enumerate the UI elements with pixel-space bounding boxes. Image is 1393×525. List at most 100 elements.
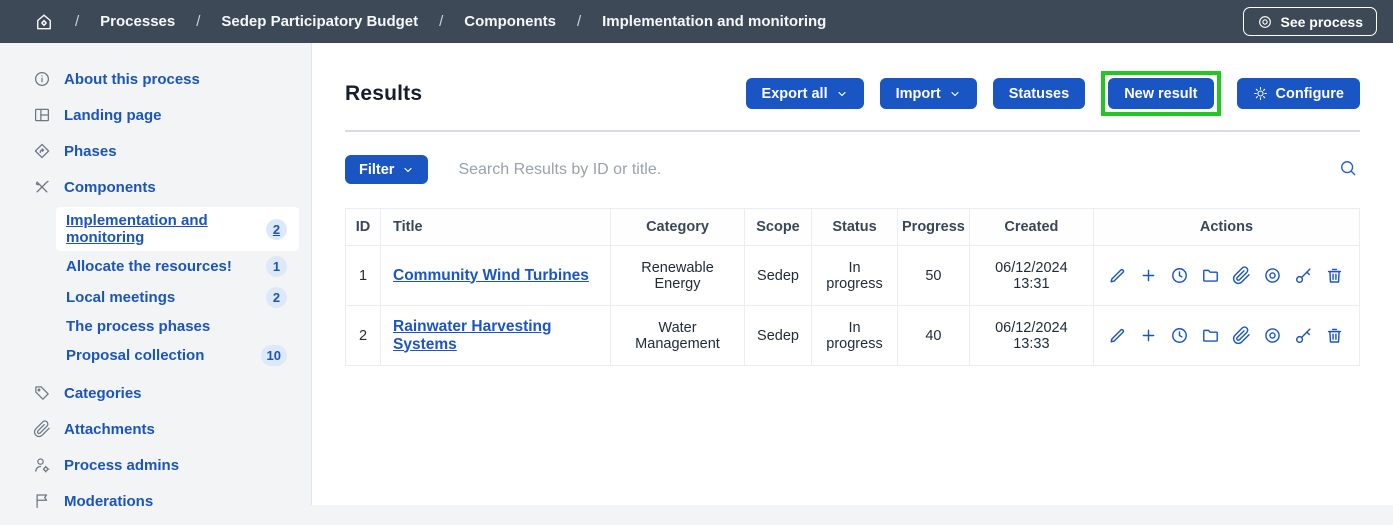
breadcrumb-bar: / Processes / Sedep Participatory Budget… [0, 0, 1393, 43]
component-label: Allocate the resources! [66, 258, 232, 275]
sidebar-item-components[interactable]: Components [0, 169, 311, 205]
configure-label: Configure [1276, 86, 1344, 102]
count-badge: 10 [261, 345, 287, 366]
process-sidebar: About this process Landing page Phases C… [0, 43, 312, 505]
filter-label: Filter [359, 162, 394, 178]
breadcrumb-current-component[interactable]: Implementation and monitoring [602, 13, 826, 30]
configure-button[interactable]: Configure [1237, 78, 1360, 109]
sidebar-item-label: Attachments [64, 421, 155, 438]
filter-button[interactable]: Filter [345, 155, 428, 184]
preview-eye-icon[interactable] [1263, 326, 1282, 345]
result-category: Renewable Energy [611, 246, 745, 306]
sidebar-item-about[interactable]: About this process [0, 61, 311, 97]
sidebar-item-label: Components [64, 179, 156, 196]
sidebar-component-local-meetings[interactable]: Local meetings 2 [56, 282, 299, 313]
edit-icon[interactable] [1108, 326, 1127, 345]
component-label: Local meetings [66, 289, 175, 306]
result-title-link[interactable]: Community Wind Turbines [393, 267, 589, 284]
breadcrumb-separator: / [196, 13, 200, 30]
count-badge: 1 [266, 256, 287, 277]
chevron-down-icon [402, 164, 414, 176]
sidebar-item-label: Categories [64, 385, 142, 402]
result-created: 06/12/2024 13:33 [969, 306, 1093, 366]
target-eye-icon [1257, 14, 1273, 30]
attachments-paperclip-icon[interactable] [1232, 266, 1251, 285]
new-result-button[interactable]: New result [1108, 78, 1213, 109]
search-input[interactable] [458, 161, 1336, 179]
count-badge: 2 [266, 219, 287, 240]
search-icon [1338, 158, 1358, 178]
import-button[interactable]: Import [880, 78, 977, 109]
delete-trash-icon[interactable] [1325, 326, 1344, 345]
see-process-button[interactable]: See process [1243, 7, 1378, 36]
results-table: ID Title Category Scope Status Progress … [345, 208, 1360, 366]
breadcrumb-separator: / [439, 13, 443, 30]
breadcrumb-components[interactable]: Components [464, 13, 556, 30]
gear-icon [1253, 86, 1268, 101]
result-category: Water Management [611, 306, 745, 366]
sidebar-item-label: About this process [64, 71, 200, 88]
export-all-button[interactable]: Export all [746, 78, 864, 109]
layout-icon [33, 106, 51, 124]
folder-icon[interactable] [1201, 326, 1220, 345]
export-all-label: Export all [762, 86, 828, 102]
table-header-row: ID Title Category Scope Status Progress … [346, 209, 1360, 246]
history-clock-icon[interactable] [1170, 266, 1189, 285]
history-clock-icon[interactable] [1170, 326, 1189, 345]
table-row: 2 Rainwater Harvesting Systems Water Man… [346, 306, 1360, 366]
breadcrumb-separator: / [75, 13, 79, 30]
search-button[interactable] [1336, 156, 1360, 183]
attachments-paperclip-icon[interactable] [1232, 326, 1251, 345]
sidebar-item-label: Phases [64, 143, 117, 160]
col-header-title: Title [381, 209, 611, 246]
col-header-scope: Scope [745, 209, 812, 246]
result-progress: 40 [898, 306, 970, 366]
statuses-label: Statuses [1009, 86, 1069, 102]
sidebar-item-label: Process admins [64, 457, 179, 474]
row-actions [1106, 266, 1347, 285]
add-icon[interactable] [1139, 266, 1158, 285]
preview-eye-icon[interactable] [1263, 266, 1282, 285]
sidebar-item-phases[interactable]: Phases [0, 133, 311, 169]
sidebar-item-process-admins[interactable]: Process admins [0, 447, 311, 483]
new-result-label: New result [1124, 86, 1197, 102]
chevron-down-icon [949, 88, 961, 100]
sidebar-item-landing-page[interactable]: Landing page [0, 97, 311, 133]
delete-trash-icon[interactable] [1325, 266, 1344, 285]
edit-icon[interactable] [1108, 266, 1127, 285]
sidebar-item-label: Landing page [64, 107, 162, 124]
breadcrumb-process-name[interactable]: Sedep Participatory Budget [221, 13, 418, 30]
home-icon[interactable] [34, 12, 54, 32]
folder-icon[interactable] [1201, 266, 1220, 285]
result-status: In progress [812, 246, 898, 306]
flag-icon [33, 492, 51, 510]
result-status: In progress [812, 306, 898, 366]
results-toolbar: Export all Import Statuses New result [746, 71, 1360, 116]
import-label: Import [896, 86, 941, 102]
permissions-key-icon[interactable] [1294, 266, 1313, 285]
result-created: 06/12/2024 13:31 [969, 246, 1093, 306]
sidebar-item-categories[interactable]: Categories [0, 375, 311, 411]
result-scope: Sedep [745, 306, 812, 366]
col-header-category: Category [611, 209, 745, 246]
add-icon[interactable] [1139, 326, 1158, 345]
table-row: 1 Community Wind Turbines Renewable Ener… [346, 246, 1360, 306]
col-header-created: Created [969, 209, 1093, 246]
permissions-key-icon[interactable] [1294, 326, 1313, 345]
row-actions [1106, 326, 1347, 345]
component-label: Implementation and monitoring [66, 212, 266, 246]
sidebar-item-label: Moderations [64, 493, 153, 510]
sidebar-component-process-phases[interactable]: The process phases [56, 313, 299, 340]
col-header-actions: Actions [1093, 209, 1359, 246]
sidebar-component-proposal-collection[interactable]: Proposal collection 10 [56, 340, 299, 371]
breadcrumb-processes[interactable]: Processes [100, 13, 175, 30]
sidebar-item-attachments[interactable]: Attachments [0, 411, 311, 447]
component-label: Proposal collection [66, 347, 204, 364]
sidebar-component-allocate-resources[interactable]: Allocate the resources! 1 [56, 251, 299, 282]
sidebar-item-moderations[interactable]: Moderations [0, 483, 311, 519]
statuses-button[interactable]: Statuses [993, 78, 1085, 109]
result-title-link[interactable]: Rainwater Harvesting Systems [393, 318, 552, 353]
sidebar-component-implementation-monitoring[interactable]: Implementation and monitoring 2 [56, 207, 299, 251]
paperclip-icon [33, 420, 51, 438]
phases-icon [33, 142, 51, 160]
